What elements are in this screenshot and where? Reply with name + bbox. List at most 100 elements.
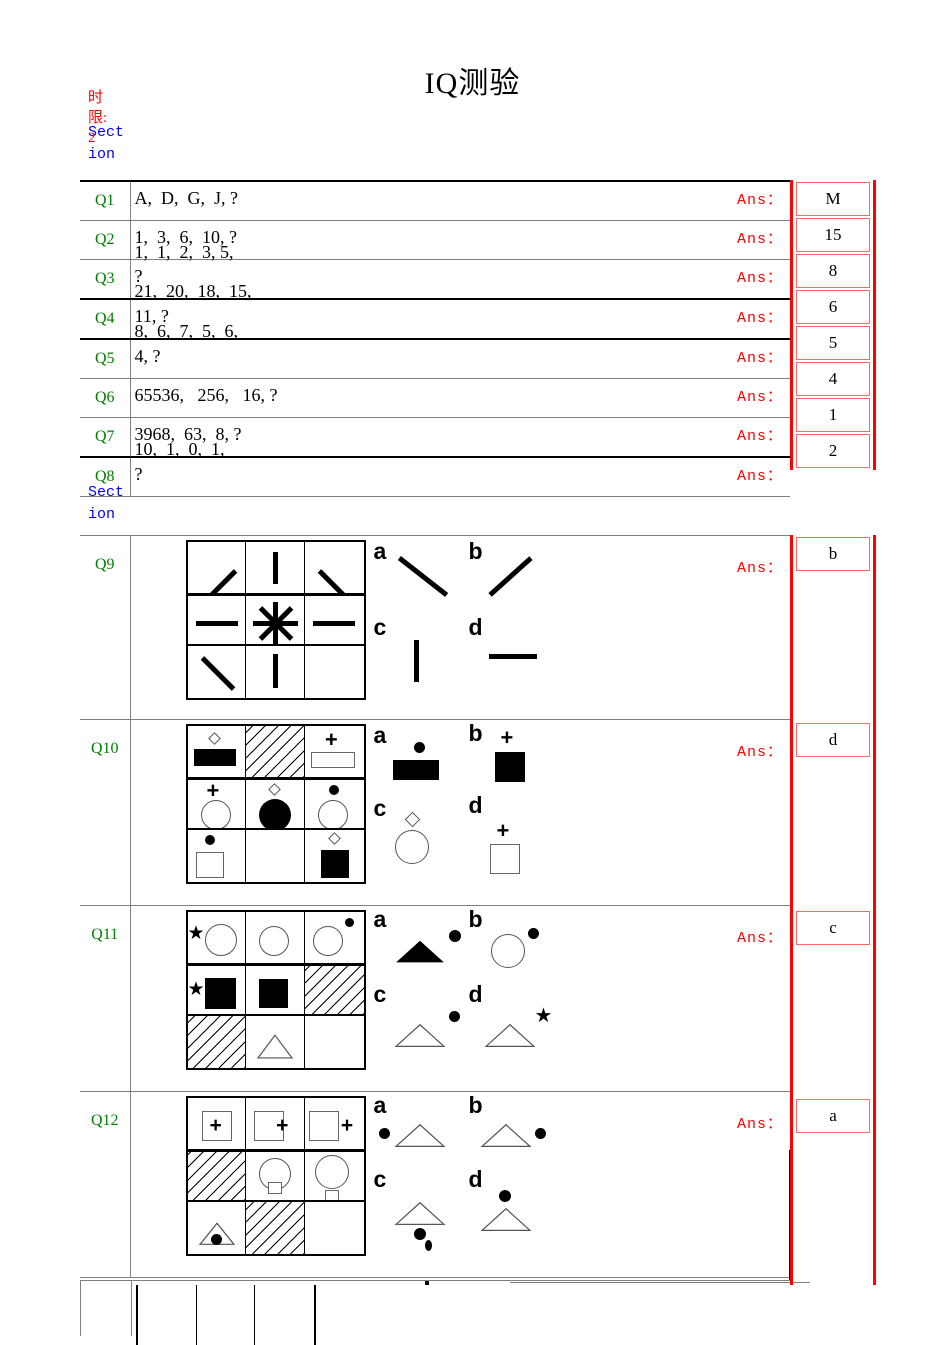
answer-label: Ans： (710, 378, 790, 418)
question-body: A, D, G, J, ? (130, 180, 710, 221)
clipped-line (510, 1282, 810, 1283)
outline-circle-icon (312, 926, 343, 956)
dot-icon (210, 1234, 222, 1245)
option-label-a[interactable]: a (374, 722, 387, 749)
question-label: Q10 (80, 719, 131, 906)
clipped-matrix-grid (136, 1285, 316, 1345)
option-label-d[interactable]: d (469, 981, 483, 1008)
matrix-cell-hatched (246, 726, 305, 778)
question-body: + + a b + c d + (130, 719, 710, 906)
answer-slot: d (793, 723, 873, 909)
matrix-cell-empty (305, 1016, 364, 1068)
question-body: 65536, 256, 16, ? (130, 378, 710, 418)
option-b-plus-icon: + (500, 725, 514, 750)
question-label: Q5 (80, 338, 131, 379)
answer-box[interactable]: 8 (796, 254, 870, 288)
answer-box[interactable]: 5 (796, 326, 870, 360)
option-b-dot-icon (534, 1128, 546, 1139)
answer-label: Ans： (710, 417, 790, 458)
matrix-cell (304, 1150, 364, 1202)
option-c-vertical-line-icon (413, 640, 419, 682)
answer-slot: b (793, 537, 873, 721)
outline-circle-icon (317, 800, 348, 828)
option-label-c[interactable]: c (374, 614, 387, 641)
dot-icon (204, 835, 215, 845)
option-label-b[interactable]: b (469, 906, 483, 933)
table-row: Q8 ? Ans： (80, 456, 790, 497)
table-row: Q10 + + a b + c d + Ans： (80, 719, 790, 906)
outline-square-icon (308, 1111, 339, 1141)
outline-circle-icon (314, 1155, 349, 1189)
answer-box[interactable]: 15 (796, 218, 870, 252)
filled-square-icon (204, 978, 236, 1009)
star-icon: ★ (187, 979, 205, 1000)
answer-box[interactable]: 6 (796, 290, 870, 324)
plus-icon: + (324, 727, 338, 752)
time-limit-note: 时限:2 (88, 90, 108, 146)
option-label-a[interactable]: a (374, 1092, 387, 1119)
matrix-cell: + (246, 1098, 305, 1150)
hatch-pattern (246, 1202, 304, 1254)
option-c-diamond-icon (404, 811, 420, 828)
question-label: Q1 (80, 180, 131, 221)
filled-square-icon (320, 850, 349, 878)
question-body: + + + a b c d (130, 1091, 710, 1278)
answer-box[interactable]: 1 (796, 398, 870, 432)
section2-table: Q9 a b c d Ans： Q10 + + a b + c d + Ans：… (80, 535, 790, 1278)
answer-label: Ans： (710, 220, 790, 260)
section-label-2: Section (88, 484, 125, 523)
option-label-c[interactable]: c (374, 795, 387, 822)
hatch-pattern (304, 966, 364, 1014)
option-label-a[interactable]: a (374, 538, 387, 565)
matrix-cell: ★ (187, 912, 247, 964)
matrix-cell-empty (305, 1202, 364, 1254)
option-label-d[interactable]: d (469, 1166, 483, 1193)
option-c-outline-circle-icon (394, 830, 429, 864)
answer-box[interactable]: c (796, 911, 870, 945)
question-sequence: ? (134, 464, 143, 484)
answer-slot: c (793, 911, 873, 1097)
question-sequence: A, D, G, J, ? (134, 188, 239, 208)
matrix-cell (304, 778, 364, 830)
option-label-a[interactable]: a (374, 906, 387, 933)
outline-circle-icon (259, 926, 290, 956)
answer-label: Ans： (710, 719, 790, 906)
answer-box[interactable]: 2 (796, 434, 870, 468)
option-b-diagonal-up-line-icon (487, 556, 533, 597)
answer-box[interactable]: M (796, 182, 870, 216)
dot-icon (344, 918, 354, 927)
table-row: Q3 ? 21, 20, 18, 15, Ans： (80, 259, 790, 301)
question-body: ? 21, 20, 18, 15, (130, 259, 710, 301)
answer-box[interactable]: b (796, 537, 870, 571)
matrix-grid: + + (185, 724, 366, 884)
answer-label: Ans： (710, 905, 790, 1092)
diagonal-down-line-icon (317, 569, 353, 593)
plus-icon: + (340, 1114, 354, 1137)
question-label: Q11 (80, 905, 131, 1092)
answer-box[interactable]: a (796, 1099, 870, 1133)
matrix-cell (304, 912, 364, 964)
option-label-b[interactable]: b (469, 538, 483, 565)
question-body: ★ ★ a b c d ★ (130, 905, 710, 1092)
matrix-cell (255, 1285, 314, 1345)
option-label-b[interactable]: b (469, 720, 483, 747)
option-b-filled-square-icon (494, 752, 525, 782)
matrix-cell (187, 726, 247, 778)
answer-box[interactable]: 4 (796, 362, 870, 396)
option-label-b[interactable]: b (469, 1092, 483, 1119)
answer-box[interactable]: d (796, 723, 870, 757)
question-label: Q12 (80, 1091, 131, 1278)
option-label-c[interactable]: c (374, 1166, 387, 1193)
option-label-d[interactable]: d (469, 792, 483, 819)
question-body: ? (130, 456, 710, 497)
matrix-cell: + (187, 1098, 247, 1150)
plus-icon: + (209, 1114, 222, 1137)
outline-rectangle-icon (310, 752, 355, 768)
matrix-cell (188, 830, 247, 882)
question-label: Q7 (80, 417, 131, 458)
question-body: a b c d (130, 535, 710, 720)
option-label-c[interactable]: c (374, 981, 387, 1008)
matrix-cell (197, 1285, 256, 1345)
diagonal-down-line-icon (200, 656, 235, 691)
option-d-outline-square-icon (489, 844, 520, 874)
